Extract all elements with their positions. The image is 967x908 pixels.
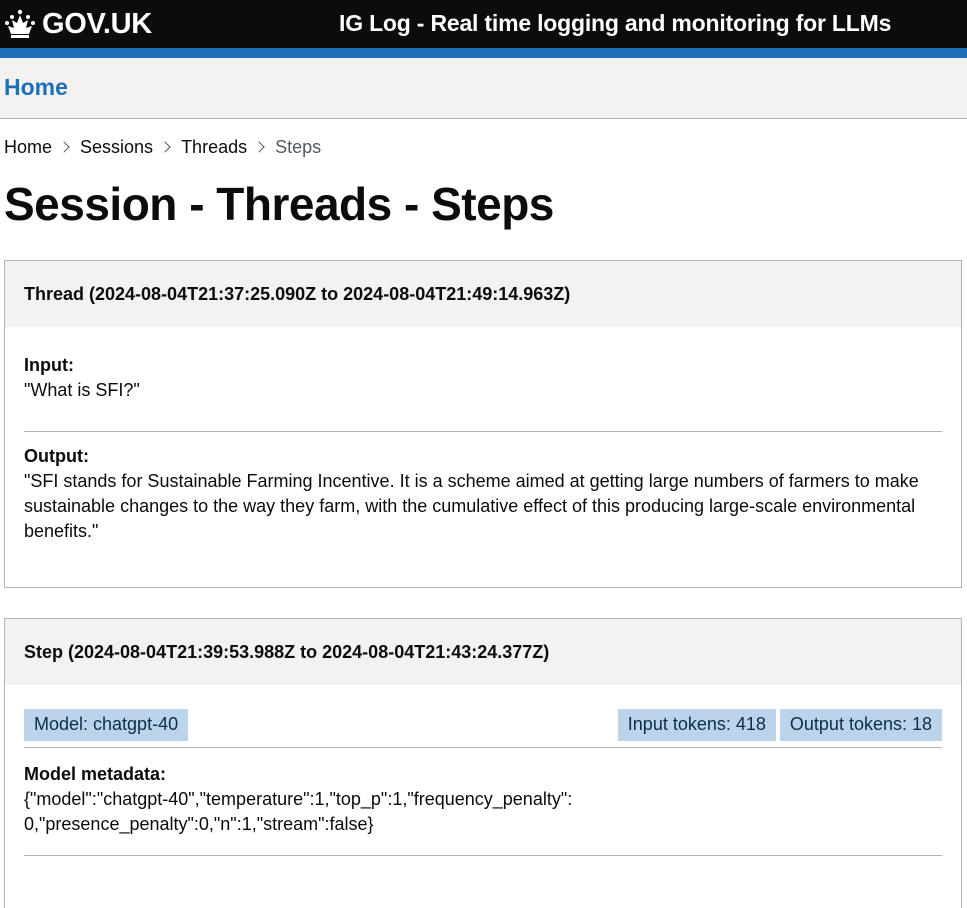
output-value: "SFI stands for Sustainable Farming Ince… — [24, 471, 919, 541]
thread-card-heading: Thread (2024-08-04T21:37:25.090Z to 2024… — [5, 261, 961, 327]
thread-summary-card: Thread (2024-08-04T21:37:25.090Z to 2024… — [4, 260, 962, 588]
divider — [24, 855, 942, 856]
step-tags-row: Model: chatgpt-40 Input tokens: 418 Outp… — [24, 685, 942, 747]
service-navigation: Home — [0, 58, 967, 119]
site-header: GOV.UK IG Log - Real time logging and mo… — [0, 0, 967, 48]
header-accent-bar — [0, 48, 967, 58]
thread-output-block: Output: "SFI stands for Sustainable Farm… — [24, 432, 942, 544]
model-metadata-label: Model metadata: — [24, 764, 167, 784]
service-name[interactable]: IG Log - Real time logging and monitorin… — [339, 8, 891, 38]
chevron-right-icon — [253, 141, 265, 153]
model-metadata-value: {"model":"chatgpt-40","temperature":1,"t… — [24, 789, 573, 834]
thread-input-block: Input: "What is SFI?" — [24, 327, 942, 431]
breadcrumb-sessions[interactable]: Sessions — [80, 137, 153, 158]
output-tokens-tag: Output tokens: 18 — [779, 709, 942, 741]
chevron-right-icon — [159, 141, 171, 153]
chevron-right-icon — [58, 141, 70, 153]
govuk-logo-link[interactable]: GOV.UK — [4, 6, 152, 42]
breadcrumb-threads[interactable]: Threads — [181, 137, 247, 158]
page-title: Session - Threads - Steps — [4, 178, 554, 230]
breadcrumb-home[interactable]: Home — [4, 137, 52, 158]
input-label: Input: — [24, 355, 74, 375]
crown-icon — [5, 9, 35, 38]
model-metadata-block: Model metadata: {"model":"chatgpt-40","t… — [24, 748, 942, 837]
input-value: "What is SFI?" — [24, 380, 140, 400]
input-tokens-tag: Input tokens: 418 — [617, 709, 776, 741]
token-tags: Input tokens: 418 Output tokens: 18 — [617, 709, 942, 741]
nav-home-link[interactable]: Home — [4, 72, 68, 102]
govuk-logo-text: GOV.UK — [42, 7, 152, 40]
step-summary-card: Step (2024-08-04T21:39:53.988Z to 2024-0… — [4, 618, 962, 908]
breadcrumb-steps-current: Steps — [275, 136, 322, 157]
breadcrumb: Home Sessions Threads Steps — [4, 135, 321, 159]
step-card-heading: Step (2024-08-04T21:39:53.988Z to 2024-0… — [5, 619, 961, 685]
output-label: Output: — [24, 446, 89, 466]
model-tag: Model: chatgpt-40 — [24, 709, 189, 741]
